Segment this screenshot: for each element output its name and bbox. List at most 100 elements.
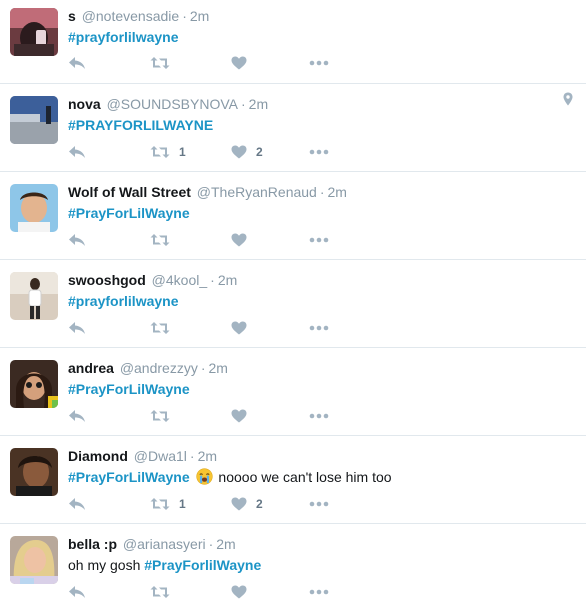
reply-icon [69, 586, 85, 598]
avatar[interactable] [10, 272, 58, 320]
reply-button[interactable] [68, 494, 86, 514]
reply-button[interactable] [68, 53, 86, 73]
tweet-actions [68, 406, 338, 426]
tweet-timestamp[interactable]: 2m [218, 272, 237, 288]
more-button[interactable] [309, 230, 329, 250]
reply-icon [69, 57, 85, 69]
tweet-actions [68, 53, 338, 73]
more-button[interactable] [309, 582, 329, 602]
author-handle[interactable]: @arianasyeri [123, 536, 206, 552]
author-handle[interactable]: @SOUNDSBYNOVA [107, 96, 238, 112]
heart-icon [231, 585, 247, 599]
retweet-button[interactable] [150, 318, 170, 338]
avatar[interactable] [10, 536, 58, 584]
author-name[interactable]: Wolf of Wall Street [68, 184, 191, 200]
tweet-timestamp[interactable]: 2m [249, 96, 268, 112]
separator-dot: · [208, 536, 214, 552]
separator-dot: · [189, 448, 195, 464]
heart-icon [231, 497, 247, 511]
hashtag-link[interactable]: #PrayForLilWayne [68, 381, 190, 397]
tweet-text: #PrayForLilWayne noooo we can't lose him… [68, 468, 556, 487]
location-pin-icon[interactable] [563, 92, 573, 111]
avatar[interactable] [10, 8, 58, 56]
author-handle[interactable]: @Dwa1l [134, 448, 187, 464]
retweet-icon [150, 586, 170, 598]
retweet-button[interactable] [150, 53, 170, 73]
reply-button[interactable] [68, 230, 86, 250]
like-button[interactable] [231, 230, 247, 250]
more-button[interactable] [309, 53, 329, 73]
more-button[interactable] [309, 318, 329, 338]
hashtag-link[interactable]: #PrayForLilWayne [68, 205, 190, 221]
author-name[interactable]: swooshgod [68, 272, 146, 288]
hashtag-link[interactable]: #PrayForLilWayne [68, 469, 190, 485]
reply-button[interactable] [68, 406, 86, 426]
like-button[interactable] [231, 318, 247, 338]
retweet-button[interactable]: 1 [150, 142, 186, 162]
tweet-text: #PrayForLilWayne [68, 380, 556, 399]
more-icon [309, 149, 329, 155]
like-button[interactable] [231, 406, 247, 426]
hashtag-link[interactable]: #PrayForlilWayne [144, 557, 261, 573]
avatar[interactable] [10, 360, 58, 408]
hashtag-link[interactable]: #PRAYFORLILWAYNE [68, 117, 213, 133]
retweet-count: 1 [179, 145, 186, 159]
tweet-actions [68, 230, 338, 250]
tweet-timestamp[interactable]: 2m [328, 184, 347, 200]
like-button[interactable] [231, 53, 247, 73]
author-handle[interactable]: @TheRyanRenaud [197, 184, 317, 200]
heart-icon [231, 321, 247, 335]
tweet-timestamp[interactable]: 2m [216, 536, 235, 552]
author-handle[interactable]: @4kool_ [152, 272, 207, 288]
tweet-timestamp[interactable]: 2m [209, 360, 228, 376]
author-name[interactable]: andrea [68, 360, 114, 376]
reply-button[interactable] [68, 582, 86, 602]
author-name[interactable]: s [68, 8, 76, 24]
reply-button[interactable] [68, 142, 86, 162]
retweet-icon [150, 322, 170, 334]
like-count: 2 [256, 145, 263, 159]
tweet[interactable]: nova @SOUNDSBYNOVA · 2m #PRAYFORLILWAYNE 1… [0, 84, 586, 172]
like-button[interactable]: 2 [231, 494, 263, 514]
author-name[interactable]: Diamond [68, 448, 128, 464]
tweet-text: #prayforlilwayne [68, 28, 556, 47]
tweet-text: #prayforlilwayne [68, 292, 556, 311]
author-name[interactable]: bella :p [68, 536, 117, 552]
author-handle[interactable]: @andrezzyy [120, 360, 198, 376]
more-icon [309, 325, 329, 331]
reply-icon [69, 322, 85, 334]
more-button[interactable] [309, 494, 329, 514]
tweet[interactable]: Diamond @Dwa1l · 2m #PrayForLilWayne noooo… [0, 436, 586, 524]
tweet[interactable]: Wolf of Wall Street @TheRyanRenaud · 2m #P… [0, 172, 586, 260]
tweet[interactable]: bella :p @arianasyeri · 2m oh my gosh #Pra… [0, 524, 586, 607]
like-button[interactable] [231, 582, 247, 602]
avatar[interactable] [10, 96, 58, 144]
tweet-body-text: oh my gosh [68, 557, 145, 573]
tweet[interactable]: andrea @andrezzyy · 2m #PrayForLilWayne [0, 348, 586, 436]
avatar[interactable] [10, 184, 58, 232]
retweet-button[interactable] [150, 406, 170, 426]
more-icon [309, 589, 329, 595]
tweet[interactable]: s @notevensadie · 2m #prayforlilwayne [0, 0, 586, 84]
tweet-timestamp[interactable]: 2m [198, 448, 217, 464]
reply-icon [69, 146, 85, 158]
more-button[interactable] [309, 406, 329, 426]
separator-dot: · [200, 360, 206, 376]
author-handle[interactable]: @notevensadie [82, 8, 180, 24]
tweet-text: #PrayForLilWayne [68, 204, 556, 223]
tweet[interactable]: swooshgod @4kool_ · 2m #prayforlilwayne [0, 260, 586, 348]
author-name[interactable]: nova [68, 96, 101, 112]
retweet-button[interactable]: 1 [150, 494, 186, 514]
retweet-button[interactable] [150, 230, 170, 250]
more-button[interactable] [309, 142, 329, 162]
avatar[interactable] [10, 448, 58, 496]
tweet-timestamp[interactable]: 2m [190, 8, 209, 24]
separator-dot: · [210, 272, 215, 288]
like-button[interactable]: 2 [231, 142, 263, 162]
retweet-button[interactable] [150, 582, 170, 602]
reply-icon [69, 498, 85, 510]
reply-button[interactable] [68, 318, 86, 338]
hashtag-link[interactable]: #prayforlilwayne [68, 293, 179, 309]
separator-dot: · [241, 96, 246, 112]
hashtag-link[interactable]: #prayforlilwayne [68, 29, 179, 45]
